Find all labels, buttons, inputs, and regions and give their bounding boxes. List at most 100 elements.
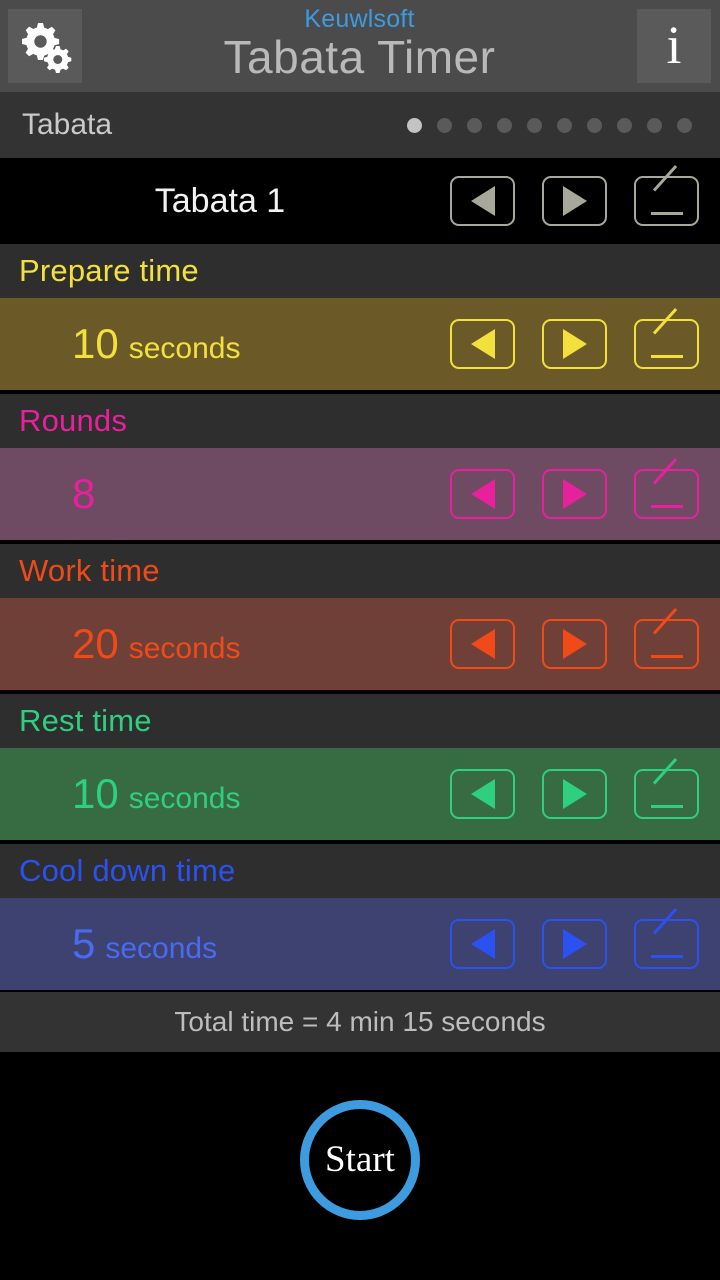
page-dot-3[interactable] [467, 117, 482, 133]
right-arrow-icon [562, 929, 587, 959]
preset-edit-button[interactable] [634, 164, 699, 226]
section-header-work-time: Work time [0, 542, 720, 598]
section-header-prepare-time: Prepare time [0, 242, 720, 298]
edit-rest-time[interactable] [634, 757, 699, 819]
value-prepare-time: 10 [72, 320, 119, 367]
value-group-rest-time: 10 seconds [72, 773, 240, 815]
left-arrow-icon [470, 186, 495, 216]
page-dot-2[interactable] [437, 117, 452, 133]
pencil-icon [650, 757, 684, 809]
start-button[interactable]: Start [300, 1099, 420, 1220]
section-body-work-time: 20 seconds [0, 598, 720, 692]
right-arrow-icon [562, 479, 587, 509]
controls-prepare-time [450, 307, 699, 369]
section-body-cool-down-time: 5 seconds [0, 898, 720, 992]
tabata-selector-bar: Tabata [0, 92, 720, 160]
right-arrow-icon [562, 329, 587, 359]
pencil-icon [650, 457, 684, 509]
unit-rest-time: seconds [128, 782, 241, 815]
increase-work-time[interactable] [542, 619, 607, 669]
app-screen: Keuwlsoft Tabata Timer i Tabata Tabata 1 [0, 0, 720, 1280]
controls-rounds [450, 457, 699, 519]
section-header-cool-down-time: Cool down time [0, 842, 720, 898]
info-button[interactable]: i [637, 9, 711, 83]
value-work-time: 20 [72, 620, 119, 667]
pencil-icon [650, 907, 684, 959]
value-group-work-time: 20 seconds [72, 623, 240, 665]
edit-rounds[interactable] [634, 457, 699, 519]
brand-label: Keuwlsoft [304, 5, 415, 33]
app-title-block: Keuwlsoft Tabata Timer [82, 6, 637, 82]
preset-next-button[interactable] [542, 176, 607, 226]
settings-button[interactable] [8, 9, 82, 83]
increase-rounds[interactable] [542, 469, 607, 519]
left-arrow-icon [470, 629, 495, 659]
pencil-icon [650, 164, 684, 216]
section-header-rounds: Rounds [0, 392, 720, 448]
controls-rest-time [450, 757, 699, 819]
value-rest-time: 10 [72, 770, 119, 817]
gears-icon [22, 23, 72, 73]
increase-rest-time[interactable] [542, 769, 607, 819]
page-title: Tabata Timer [223, 31, 496, 83]
section-body-rest-time: 10 seconds [0, 748, 720, 842]
section-body-prepare-time: 10 seconds [0, 298, 720, 392]
preset-name: Tabata 1 [154, 181, 286, 220]
title-bar: Keuwlsoft Tabata Timer i [0, 0, 720, 92]
unit-prepare-time: seconds [128, 332, 241, 365]
value-rounds: 8 [72, 470, 96, 517]
unit-cool-down-time: seconds [105, 932, 218, 965]
section-label-prepare-time: Prepare time [19, 253, 199, 288]
decrease-cool-down-time[interactable] [450, 919, 515, 969]
edit-cool-down-time[interactable] [634, 907, 699, 969]
total-time-label: Total time = 4 min 15 seconds [174, 1006, 546, 1037]
pencil-icon [650, 607, 684, 659]
decrease-work-time[interactable] [450, 619, 515, 669]
left-arrow-icon [470, 929, 495, 959]
controls-work-time [450, 607, 699, 669]
edit-work-time[interactable] [634, 607, 699, 669]
total-time-bar: Total time = 4 min 15 seconds [0, 992, 720, 1052]
preset-prev-button[interactable] [450, 176, 515, 226]
page-dot-6[interactable] [557, 117, 572, 133]
decrease-rest-time[interactable] [450, 769, 515, 819]
section-label-cool-down-time: Cool down time [19, 853, 236, 888]
edit-prepare-time[interactable] [634, 307, 699, 369]
value-group-rounds: 8 [72, 473, 95, 515]
left-arrow-icon [470, 779, 495, 809]
page-dot-7[interactable] [587, 117, 602, 133]
value-cool-down-time: 5 [72, 920, 96, 967]
decrease-prepare-time[interactable] [450, 319, 515, 369]
left-arrow-icon [470, 329, 495, 359]
decrease-rounds[interactable] [450, 469, 515, 519]
value-group-cool-down-time: 5 seconds [72, 923, 217, 965]
page-dot-10[interactable] [677, 117, 692, 133]
right-arrow-icon [562, 779, 587, 809]
page-dot-4[interactable] [497, 117, 512, 133]
section-label-rest-time: Rest time [19, 703, 152, 738]
start-button-label: Start [325, 1139, 395, 1180]
settings-sections: Prepare time 10 seconds Rounds 8 Work time 20 s… [0, 242, 720, 992]
right-arrow-icon [562, 629, 587, 659]
pencil-icon [650, 307, 684, 359]
page-dot-8[interactable] [617, 117, 632, 133]
increase-cool-down-time[interactable] [542, 919, 607, 969]
selector-label: Tabata [22, 108, 113, 141]
page-dot-1[interactable] [407, 117, 422, 133]
section-label-work-time: Work time [19, 553, 160, 588]
page-indicator-dots[interactable] [407, 117, 698, 133]
value-group-prepare-time: 10 seconds [72, 323, 240, 365]
controls-cool-down-time [450, 907, 699, 969]
unit-work-time: seconds [128, 632, 241, 665]
page-dot-5[interactable] [527, 117, 542, 133]
preset-name-row: Tabata 1 [0, 160, 720, 242]
preset-controls [450, 164, 699, 226]
section-label-rounds: Rounds [19, 403, 128, 438]
increase-prepare-time[interactable] [542, 319, 607, 369]
section-body-rounds: 8 [0, 448, 720, 542]
start-area: Start [0, 1052, 720, 1267]
page-dot-9[interactable] [647, 117, 662, 133]
left-arrow-icon [470, 479, 495, 509]
section-header-rest-time: Rest time [0, 692, 720, 748]
right-arrow-icon [562, 186, 587, 216]
